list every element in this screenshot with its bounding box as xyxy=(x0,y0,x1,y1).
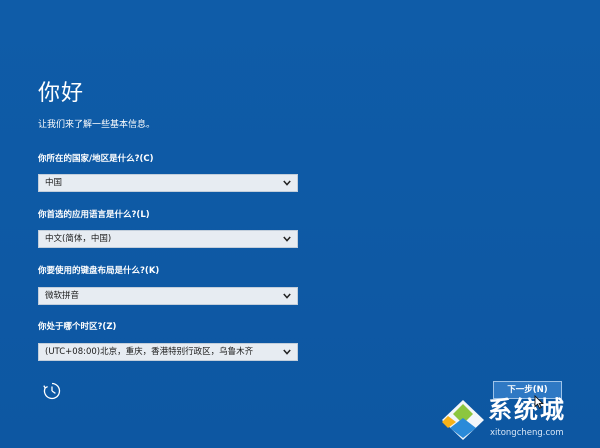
page-subtitle: 让我们来了解一些基本信息。 xyxy=(38,120,156,130)
language-label: 你首选的应用语言是什么?(L) xyxy=(38,210,150,220)
timezone-select[interactable]: (UTC+08:00)北京，重庆，香港特别行政区，乌鲁木齐 xyxy=(38,343,298,361)
oobe-setup-screen: 你好 让我们来了解一些基本信息。 你所在的国家/地区是什么?(C) 中国 你首选… xyxy=(0,0,600,448)
keyboard-select[interactable]: 微软拼音 xyxy=(38,287,298,305)
keyboard-label: 你要使用的键盘布局是什么?(K) xyxy=(38,266,160,276)
keyboard-select-value: 微软拼音 xyxy=(45,291,80,301)
language-select-value: 中文(简体，中国) xyxy=(45,234,112,244)
watermark-logo: 系统城 xitongcheng.com xyxy=(440,394,596,446)
chevron-down-icon xyxy=(283,180,291,186)
page-title: 你好 xyxy=(38,81,85,106)
chevron-down-icon xyxy=(283,349,291,355)
timezone-select-value: (UTC+08:00)北京，重庆，香港特别行政区，乌鲁木齐 xyxy=(45,347,254,357)
country-select[interactable]: 中国 xyxy=(38,174,298,192)
chevron-down-icon xyxy=(283,236,291,242)
language-select[interactable]: 中文(简体，中国) xyxy=(38,230,298,248)
accessibility-icon[interactable] xyxy=(42,381,62,401)
country-select-value: 中国 xyxy=(45,178,63,188)
mouse-pointer-icon xyxy=(534,395,544,409)
timezone-label: 你处于哪个时区?(Z) xyxy=(38,322,117,332)
chevron-down-icon xyxy=(283,293,291,299)
watermark-title: 系统城 xyxy=(488,396,566,424)
country-label: 你所在的国家/地区是什么?(C) xyxy=(38,154,154,164)
watermark-url: xitongcheng.com xyxy=(490,428,564,438)
watermark-diamond-icon xyxy=(442,400,484,440)
